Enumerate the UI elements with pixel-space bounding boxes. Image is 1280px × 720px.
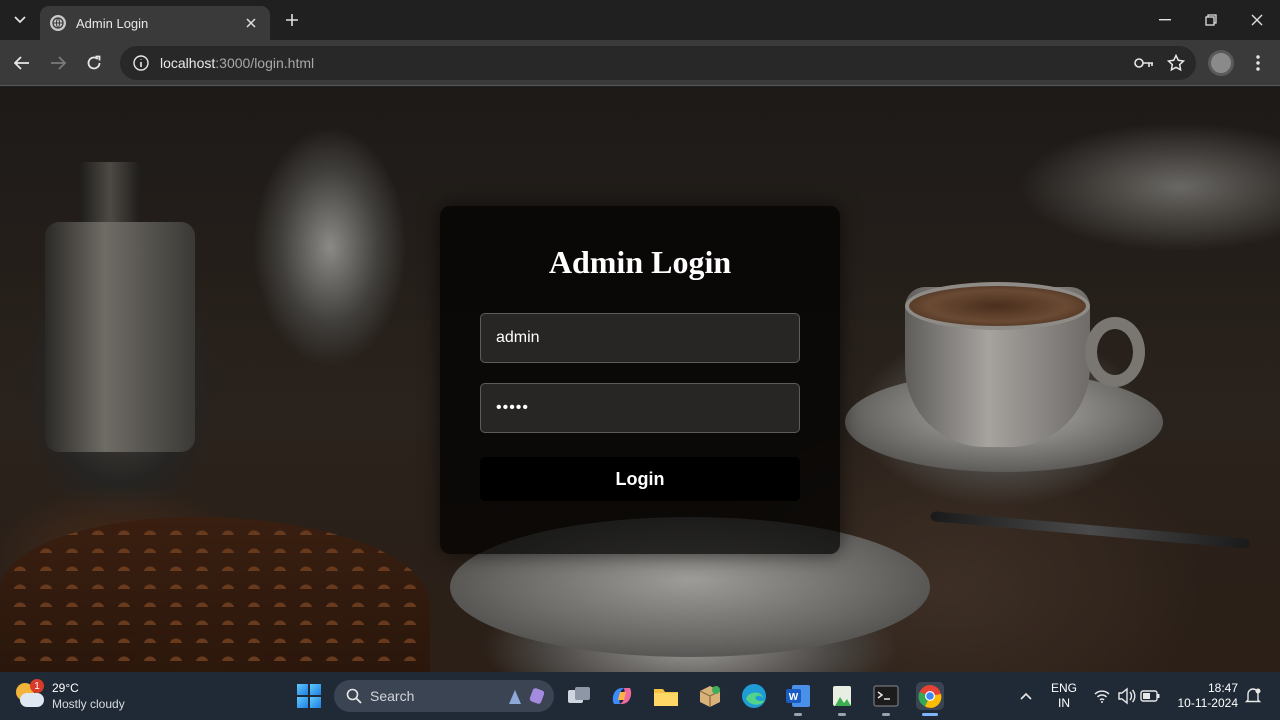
task-view-icon[interactable]	[565, 682, 593, 710]
bg-coffee-beans	[0, 517, 430, 672]
browser-menu-button[interactable]	[1248, 52, 1268, 74]
more-vertical-icon	[1256, 55, 1260, 71]
browser-tab-bar: Admin Login	[0, 0, 1280, 40]
restore-button[interactable]	[1188, 0, 1234, 40]
tab-search-button[interactable]	[6, 8, 34, 32]
restore-icon	[1205, 14, 1217, 26]
file-explorer-icon[interactable]	[652, 682, 680, 710]
close-tab-icon[interactable]	[242, 14, 260, 32]
weather-temperature: 29°C	[52, 681, 79, 695]
arrow-right-icon	[51, 56, 66, 70]
clock-time: 18:47	[1207, 681, 1238, 695]
language-indicator[interactable]: ENG IN	[1048, 681, 1080, 711]
search-icon	[346, 688, 362, 704]
arrow-left-icon	[14, 56, 29, 70]
bg-jar	[45, 222, 195, 452]
weather-badge: 1	[30, 679, 44, 693]
login-card: Admin Login admin ••••• Login	[440, 206, 840, 554]
chrome-active-indicator	[922, 713, 938, 716]
language-code: ENG	[1050, 681, 1077, 695]
word-icon[interactable]: W	[784, 682, 812, 710]
partly-cloudy-icon: 1	[14, 679, 44, 711]
active-tab[interactable]: Admin Login	[40, 6, 270, 40]
app-running-indicator	[838, 713, 846, 716]
close-icon	[1251, 14, 1263, 26]
username-input[interactable]: admin	[480, 313, 800, 363]
minimize-icon	[1159, 19, 1171, 21]
battery-icon[interactable]	[1140, 682, 1160, 710]
terminal-icon[interactable]	[872, 682, 900, 710]
address-bar-actions	[1134, 46, 1186, 80]
url-path: :3000/login.html	[215, 55, 315, 71]
close-window-button[interactable]	[1234, 0, 1280, 40]
clock-date: 10-11-2024	[1177, 696, 1239, 710]
bg-cup-coffee	[905, 282, 1090, 330]
package-app-icon[interactable]	[696, 682, 724, 710]
reload-icon	[87, 55, 101, 70]
bg-cup-handle	[1085, 317, 1145, 387]
minimize-button[interactable]	[1142, 0, 1188, 40]
edge-browser-icon[interactable]	[740, 682, 768, 710]
forward-button[interactable]	[44, 49, 72, 77]
back-button[interactable]	[8, 49, 36, 77]
login-title: Admin Login	[548, 244, 732, 280]
chevron-down-icon	[14, 16, 26, 24]
weather-widget[interactable]: 1 29°C Mostly cloudy	[14, 678, 125, 714]
weather-condition: Mostly cloudy	[52, 697, 125, 711]
window-controls	[1142, 0, 1280, 40]
search-highlight-icon	[506, 686, 546, 706]
globe-icon	[50, 15, 66, 31]
password-input[interactable]: •••••	[480, 383, 800, 433]
reload-button[interactable]	[80, 49, 108, 77]
copilot-icon[interactable]	[608, 682, 636, 710]
new-tab-button[interactable]	[280, 8, 304, 32]
wifi-icon[interactable]	[1092, 682, 1112, 710]
bookmark-star-icon[interactable]	[1166, 53, 1186, 73]
plus-icon	[286, 14, 298, 26]
volume-icon[interactable]	[1116, 682, 1136, 710]
url-host: localhost	[160, 55, 216, 71]
profile-avatar[interactable]	[1208, 50, 1234, 76]
chrome-icon[interactable]	[916, 682, 944, 710]
chevron-up-icon[interactable]	[1016, 682, 1036, 710]
terminal-running-indicator	[882, 713, 890, 716]
windows-start-icon[interactable]	[297, 684, 321, 708]
svg-text:W: W	[789, 692, 799, 703]
windows-taskbar: 1 29°C Mostly cloudy Search W ENG IN 18:…	[0, 672, 1280, 720]
notification-bell-icon[interactable]	[1244, 682, 1262, 710]
login-button[interactable]: Login	[480, 457, 800, 501]
browser-toolbar: localhost:3000/login.html	[0, 40, 1280, 86]
taskbar-search[interactable]: Search	[334, 680, 554, 712]
notepad-app-icon[interactable]	[828, 682, 856, 710]
page-viewport: Admin Login admin ••••• Login	[0, 87, 1280, 672]
tab-title: Admin Login	[76, 15, 149, 31]
password-key-icon[interactable]	[1134, 53, 1154, 73]
word-running-indicator	[794, 713, 802, 716]
address-bar[interactable]: localhost:3000/login.html	[120, 46, 1196, 80]
info-icon[interactable]	[132, 54, 150, 72]
system-clock[interactable]: 18:47 10-11-2024	[1170, 681, 1239, 711]
bg-spoon	[930, 511, 1250, 549]
search-label: Search	[370, 688, 415, 704]
region-code: IN	[1058, 696, 1070, 710]
